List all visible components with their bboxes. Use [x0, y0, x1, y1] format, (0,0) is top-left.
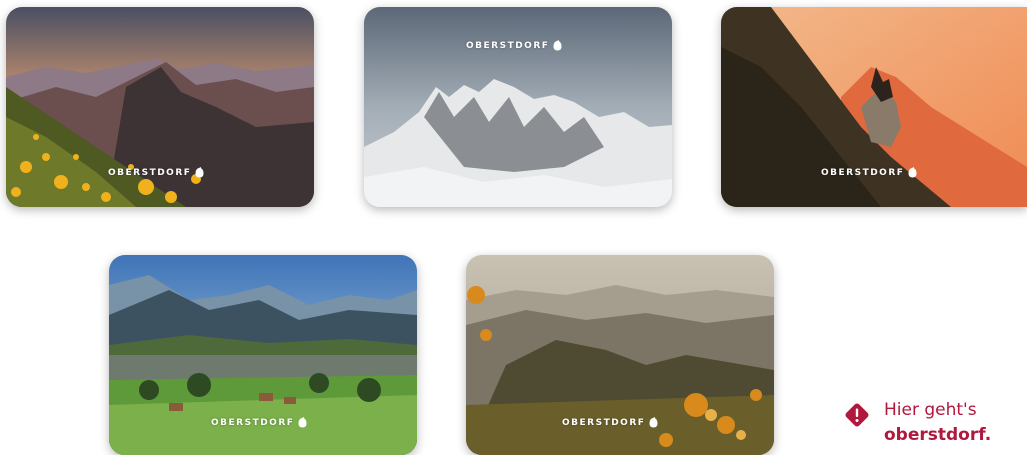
- oberstdorf-logo-icon: [298, 417, 307, 428]
- oberstdorf-logo-icon: [908, 167, 917, 178]
- postcard-5-brand: OBERSTDORF: [562, 417, 658, 428]
- postcard-2-image: [364, 7, 672, 207]
- postcard-3[interactable]: OBERSTDORF: [721, 7, 1027, 207]
- postcard-4-brand: OBERSTDORF: [211, 417, 307, 428]
- postcard-4[interactable]: OBERSTDORF: [109, 255, 417, 455]
- postcard-5[interactable]: OBERSTDORF: [466, 255, 774, 455]
- postcard-2[interactable]: OBERSTDORF: [364, 7, 672, 207]
- postcard-2-brand: OBERSTDORF: [466, 40, 562, 51]
- notice-line: Hier geht's: [884, 400, 977, 420]
- notice-text: Hier geht's oberstdorf.: [884, 398, 991, 448]
- oberstdorf-logo-icon: [649, 417, 658, 428]
- notice: Hier geht's oberstdorf.: [844, 398, 991, 448]
- postcard-1[interactable]: OBERSTDORF: [6, 7, 314, 207]
- postcard-3-brand: OBERSTDORF: [821, 167, 917, 178]
- oberstdorf-logo-icon: [553, 40, 562, 51]
- oberstdorf-logo-icon: [195, 167, 204, 178]
- postcard-1-brand: OBERSTDORF: [108, 167, 204, 178]
- notice-link[interactable]: oberstdorf.: [884, 423, 991, 448]
- warning-diamond-icon: [845, 403, 869, 427]
